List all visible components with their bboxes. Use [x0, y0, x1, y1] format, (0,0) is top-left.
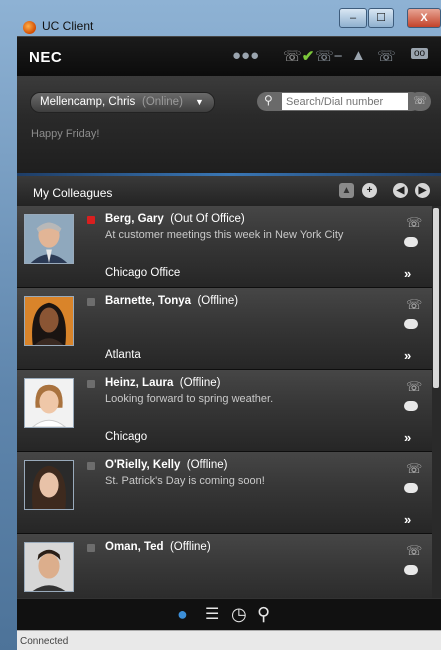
connection-status: Connected [20, 636, 69, 647]
chat-icon[interactable] [404, 483, 418, 493]
colleague-row[interactable]: Heinz, Laura (Offline) Looking forward t… [17, 370, 432, 452]
title-bar[interactable]: UC Client – ☐ X [0, 0, 441, 36]
colleague-name: Barnette, Tonya (Offline) [105, 295, 239, 307]
colleague-message: Looking forward to spring weather. [105, 393, 274, 405]
more-arrow-icon[interactable]: » [404, 430, 411, 445]
scrollbar-thumb[interactable] [433, 208, 439, 388]
status-bar: Connected [17, 630, 441, 650]
colleague-row[interactable]: Barnette, Tonya (Offline) Atlanta ☏ » [17, 288, 432, 370]
brand-logo: NEC [29, 49, 63, 66]
scrollbar[interactable] [432, 206, 441, 598]
contacts-icon[interactable]: ● [177, 604, 188, 625]
history-icon[interactable]: ◷ [231, 604, 247, 625]
next-button[interactable]: ▶ [415, 183, 430, 198]
add-colleague-button[interactable]: + [362, 183, 377, 198]
colleague-name: Oman, Ted (Offline) [105, 541, 211, 553]
presence-indicator [87, 462, 95, 470]
colleague-location: Chicago Office [105, 267, 181, 279]
presence-selector[interactable]: Mellencamp, Chris (Online) ▼ [30, 92, 215, 113]
colleague-row[interactable]: O'Rielly, Kelly (Offline) St. Patrick's … [17, 452, 432, 534]
colleague-message: St. Patrick's Day is coming soon! [105, 475, 265, 487]
app-window: UC Client – ☐ X NEC ●●● ☏✔ ☏− ▲ ☏ oo Mel… [0, 0, 441, 650]
search-icon[interactable]: ⚲ [257, 604, 270, 625]
colleague-location: Chicago [105, 431, 148, 443]
previous-button[interactable]: ◀ [393, 183, 408, 198]
chat-icon[interactable] [404, 237, 418, 247]
voicemail-icon[interactable]: oo [411, 48, 429, 59]
phone-icon[interactable]: ☏ [406, 543, 422, 559]
bottom-nav: ● ☰ ◷ ⚲ [17, 598, 441, 631]
presence-indicator [87, 380, 95, 388]
main-toolbar: NEC ●●● ☏✔ ☏− ▲ ☏ oo [17, 36, 441, 77]
presence-indicator [87, 298, 95, 306]
avatar [24, 214, 74, 264]
user-menu-icon[interactable]: ▲ [351, 47, 366, 64]
chat-icon[interactable] [404, 565, 418, 575]
call-forward-icon[interactable]: ☏− [315, 47, 343, 65]
search-box: ⚲ [257, 92, 421, 111]
call-status-icon[interactable]: ☏✔ [283, 47, 314, 65]
avatar [24, 542, 74, 592]
avatar [24, 296, 74, 346]
directory-icon[interactable]: ☰ [205, 604, 219, 624]
phone-icon[interactable]: ☏ [406, 215, 422, 231]
personal-note[interactable]: Happy Friday! [31, 128, 99, 140]
avatar [24, 460, 74, 510]
group-filter-icon[interactable]: ▲ [339, 183, 354, 198]
chat-icon[interactable] [404, 319, 418, 329]
profile-panel: Mellencamp, Chris (Online) ▼ ⚲ ☏ Happy F… [17, 76, 441, 176]
phone-icon[interactable]: ☏ [406, 297, 422, 313]
user-name: Mellencamp, Chris [40, 96, 136, 108]
presence-indicator [87, 544, 95, 552]
colleague-name: O'Rielly, Kelly (Offline) [105, 459, 228, 471]
maximize-button[interactable]: ☐ [368, 8, 394, 28]
chat-icon[interactable] [404, 401, 418, 411]
colleague-row[interactable]: Oman, Ted (Offline) ☏ [17, 534, 432, 598]
colleague-location: Atlanta [105, 349, 141, 361]
chevron-down-icon: ▼ [195, 97, 204, 107]
colleagues-header: My Colleagues ▲ + ◀ ▶ [17, 176, 441, 206]
colleagues-title: My Colleagues [33, 186, 113, 200]
minimize-button[interactable]: – [339, 8, 367, 28]
colleague-message: At customer meetings this week in New Yo… [105, 229, 344, 241]
colleague-name: Berg, Gary (Out Of Office) [105, 213, 245, 225]
phone-icon[interactable]: ☏ [406, 461, 422, 477]
dial-button[interactable]: ☏ [409, 92, 431, 111]
app-logo-icon [23, 21, 36, 34]
search-input[interactable] [282, 93, 408, 110]
more-arrow-icon[interactable]: » [404, 512, 411, 527]
more-arrow-icon[interactable]: » [404, 348, 411, 363]
group-icon[interactable]: ●●● [232, 47, 259, 64]
colleague-name: Heinz, Laura (Offline) [105, 377, 221, 389]
more-arrow-icon[interactable]: » [404, 266, 411, 281]
phone-icon[interactable]: ☏ [406, 379, 422, 395]
colleague-row[interactable]: Berg, Gary (Out Of Office) At customer m… [17, 206, 432, 288]
close-button[interactable]: X [407, 8, 441, 28]
user-presence: (Online) [142, 96, 183, 108]
avatar [24, 378, 74, 428]
phone-menu-icon[interactable]: ☏ [377, 47, 396, 65]
presence-indicator [87, 216, 95, 224]
colleagues-list: Berg, Gary (Out Of Office) At customer m… [17, 206, 432, 598]
search-icon[interactable]: ⚲ [264, 93, 273, 107]
window-title: UC Client [42, 19, 94, 33]
